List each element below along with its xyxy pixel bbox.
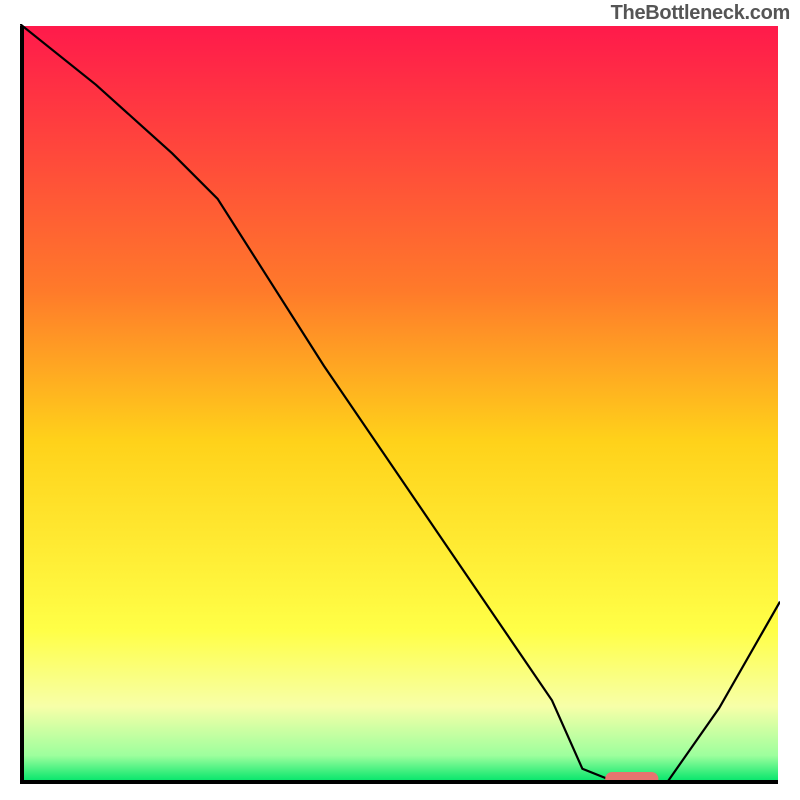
chart-stage: TheBottleneck.com [0,0,800,800]
chart-frame [20,24,780,784]
chart-svg [20,24,780,784]
attribution-text: TheBottleneck.com [611,2,790,25]
plot-background [22,26,778,782]
